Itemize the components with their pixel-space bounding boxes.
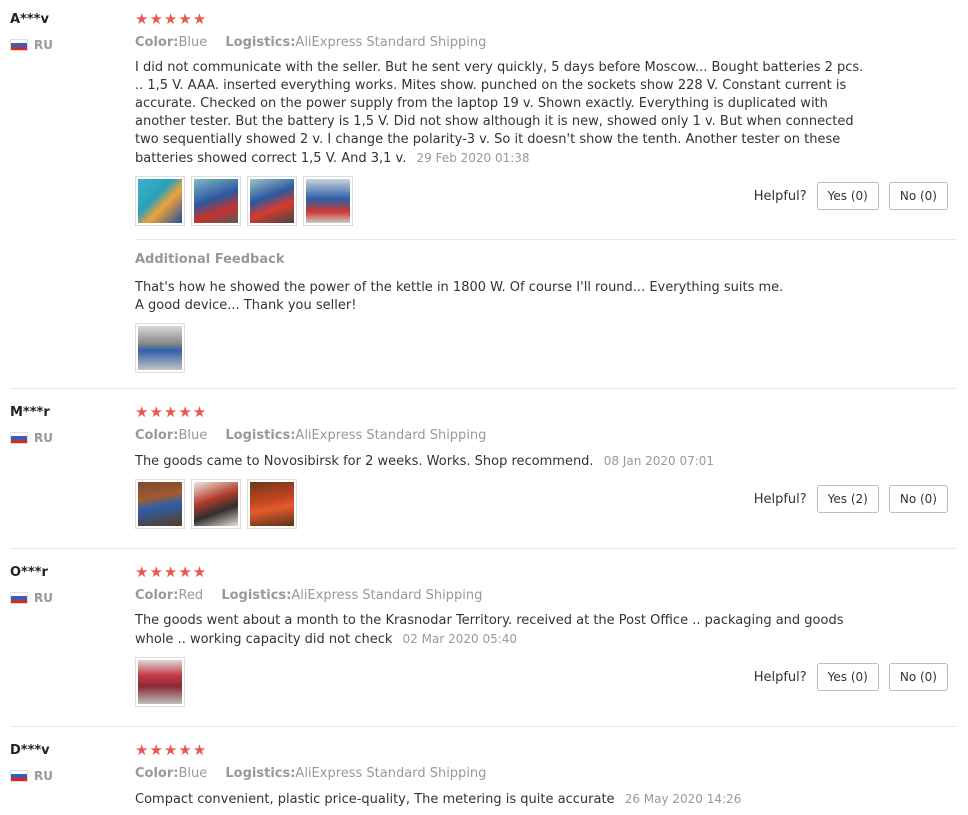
review-attributes: Color:Red Logistics:AliExpress Standard … [135, 588, 496, 603]
review-photo[interactable] [135, 176, 185, 226]
helpful-vote: Helpful? Yes (0) No (0) [754, 182, 948, 210]
review-date: 08 Jan 2020 07:01 [603, 454, 715, 468]
logistics-value: AliExpress Standard Shipping [295, 35, 487, 50]
country-code: RU [34, 591, 53, 605]
color-value: Blue [178, 35, 208, 50]
helpful-yes-button[interactable]: Yes (2) [816, 485, 879, 513]
helpful-label: Helpful? [753, 491, 807, 507]
review-date: 02 Mar 2020 05:40 [402, 632, 518, 646]
helpful-vote: Helpful? Yes (2) No (0) [754, 485, 948, 513]
review-photos [135, 479, 297, 529]
star-rating: ★★★★★ [135, 10, 208, 28]
review-attributes: Color:Blue Logistics:AliExpress Standard… [135, 35, 500, 50]
review-photo[interactable] [135, 657, 185, 707]
review-body: The goods came to Novosibirsk for 2 week… [135, 454, 594, 469]
review-photo[interactable] [247, 479, 297, 529]
reviewer-country: RU [10, 591, 53, 605]
russia-flag-icon [10, 770, 28, 782]
review-text: I did not communicate with the seller. B… [135, 59, 865, 168]
reviewer-country: RU [10, 431, 53, 445]
reviewer-name: D***v [10, 743, 50, 758]
reviewer-name: M***r [10, 405, 50, 420]
logistics-value: AliExpress Standard Shipping [291, 588, 483, 603]
helpful-yes-button[interactable]: Yes (0) [816, 663, 879, 691]
country-code: RU [34, 431, 53, 445]
review-divider [10, 388, 956, 389]
logistics-label: Logistics: [225, 35, 296, 50]
review-photo[interactable] [135, 479, 185, 529]
review-divider [10, 726, 956, 727]
reviewer-name: A***v [10, 12, 49, 27]
country-code: RU [34, 38, 53, 52]
review-attributes: Color:Blue Logistics:AliExpress Standard… [135, 766, 500, 781]
review-date: 26 May 2020 14:26 [624, 792, 742, 806]
color-label: Color: [135, 588, 179, 603]
additional-feedback-heading: Additional Feedback [135, 252, 285, 267]
color-label: Color: [135, 35, 179, 50]
star-rating: ★★★★★ [135, 403, 208, 421]
additional-photos [135, 323, 185, 373]
review-photo[interactable] [191, 479, 241, 529]
star-rating: ★★★★★ [135, 563, 208, 581]
color-label: Color: [135, 428, 179, 443]
review-divider [10, 548, 956, 549]
logistics-value: AliExpress Standard Shipping [295, 766, 487, 781]
reviewer-country: RU [10, 769, 53, 783]
review-date: 29 Feb 2020 01:38 [416, 151, 530, 165]
russia-flag-icon [10, 592, 28, 604]
reviewer-country: RU [10, 38, 53, 52]
review-attributes: Color:Blue Logistics:AliExpress Standard… [135, 428, 500, 443]
review-text: The goods went about a month to the Kras… [135, 612, 855, 649]
logistics-label: Logistics: [221, 588, 292, 603]
logistics-label: Logistics: [225, 766, 296, 781]
review-photo[interactable] [135, 323, 185, 373]
review-photo[interactable] [303, 176, 353, 226]
color-value: Blue [178, 428, 208, 443]
star-rating: ★★★★★ [135, 741, 208, 759]
review-text: Compact convenient, plastic price-qualit… [135, 790, 865, 809]
helpful-label: Helpful? [753, 188, 807, 204]
helpful-label: Helpful? [753, 669, 807, 685]
review-photo[interactable] [247, 176, 297, 226]
helpful-vote: Helpful? Yes (0) No (0) [754, 663, 948, 691]
review-photos [135, 657, 185, 707]
logistics-value: AliExpress Standard Shipping [295, 428, 487, 443]
color-label: Color: [135, 766, 179, 781]
reviewer-name: O***r [10, 565, 48, 580]
russia-flag-icon [10, 39, 28, 51]
review-photo[interactable] [191, 176, 241, 226]
divider [135, 239, 956, 240]
helpful-no-button[interactable]: No (0) [888, 182, 948, 210]
review-body: Compact convenient, plastic price-qualit… [135, 792, 615, 807]
helpful-no-button[interactable]: No (0) [888, 485, 948, 513]
country-code: RU [34, 769, 53, 783]
review-photos [135, 176, 353, 226]
logistics-label: Logistics: [225, 428, 296, 443]
color-value: Blue [178, 766, 208, 781]
helpful-no-button[interactable]: No (0) [888, 663, 948, 691]
color-value: Red [178, 588, 204, 603]
russia-flag-icon [10, 432, 28, 444]
helpful-yes-button[interactable]: Yes (0) [816, 182, 879, 210]
additional-feedback-text: That's how he showed the power of the ke… [135, 280, 784, 313]
review-text: The goods came to Novosibirsk for 2 week… [135, 452, 865, 471]
